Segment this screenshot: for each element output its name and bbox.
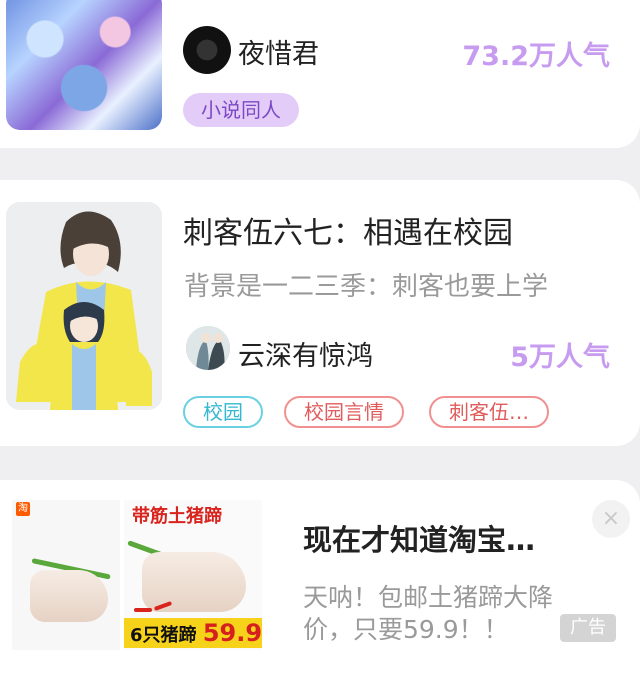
tag-assassin[interactable]: 刺客伍…: [429, 396, 549, 428]
ad-title[interactable]: 现在才知道淘宝…: [303, 517, 535, 559]
trotter-graphic: [142, 552, 246, 612]
trotter-graphic: [30, 570, 108, 622]
avatar-illustration: [186, 326, 230, 370]
price-value: 59.9: [202, 619, 262, 647]
ad-image-headline: 带筋土猪蹄: [132, 506, 222, 527]
taobao-logo-icon: 淘: [16, 502, 30, 516]
popularity-count: 73.2万人气: [462, 41, 610, 72]
ad-price-bar: 6只猪蹄 59.9: [124, 618, 262, 648]
author-avatar[interactable]: [183, 26, 231, 74]
close-icon[interactable]: ×: [592, 500, 630, 538]
author-name[interactable]: 云深有惊鸿: [238, 334, 373, 373]
story-card-2[interactable]: 刺客伍六七：相遇在校园 背景是一二三季：刺客也要上学 云深有惊鸿 5万人气 校园…: [0, 180, 640, 446]
story-description: 背景是一二三季：刺客也要上学: [184, 272, 549, 302]
story-cover-image[interactable]: [6, 0, 162, 130]
author-name[interactable]: 夜惜君: [238, 32, 319, 71]
chili-graphic: [134, 608, 152, 612]
ad-description[interactable]: 天呐！包邮土猪蹄大降价，只要59.9！！: [303, 582, 593, 646]
story-cover-image[interactable]: [6, 202, 162, 410]
story-card-1[interactable]: 夜惜君 73.2万人气 小说同人: [0, 0, 640, 148]
price-prefix: 6只猪蹄: [130, 625, 197, 646]
ad-card[interactable]: 淘 带筋土猪蹄 6只猪蹄 59.9 现在才知道淘宝… 天呐！包邮土猪蹄大降价，只…: [0, 480, 640, 678]
ad-badge: 广告: [560, 614, 616, 642]
ad-image[interactable]: 淘 带筋土猪蹄 6只猪蹄 59.9: [12, 500, 262, 650]
tag-campus-romance[interactable]: 校园言情: [284, 396, 404, 428]
popularity-count: 5万人气: [510, 342, 610, 373]
cover-illustration: [6, 202, 162, 410]
tag-campus[interactable]: 校园: [183, 396, 263, 428]
tag-novel-fanfic[interactable]: 小说同人: [183, 93, 299, 127]
story-title[interactable]: 刺客伍六七：相遇在校园: [183, 208, 513, 252]
author-avatar[interactable]: [186, 326, 230, 370]
